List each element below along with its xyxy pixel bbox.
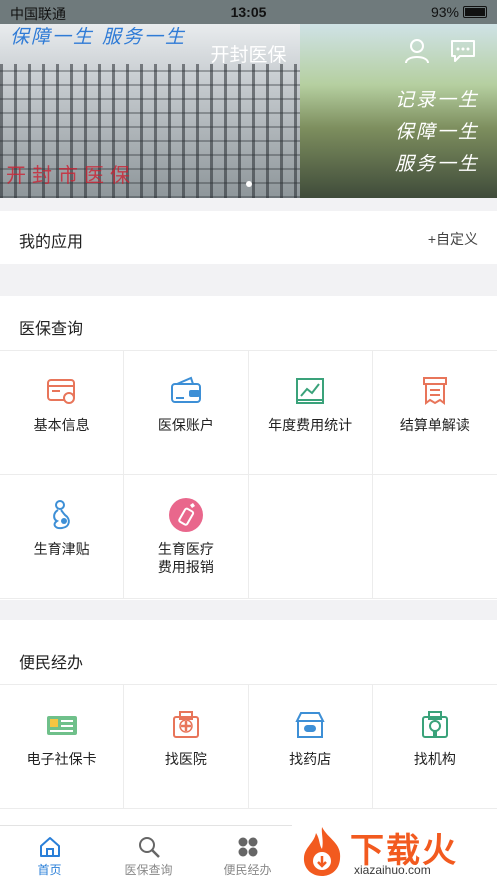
customize-button[interactable]: +自定义 [428, 229, 478, 249]
query-item-label: 基本信息 [33, 417, 90, 433]
social-card-icon [46, 716, 77, 735]
empty-cell [248, 475, 373, 599]
clock: 13:05 [230, 4, 267, 20]
service-item-label: 找医院 [164, 751, 207, 767]
query-item-maternity-allowance[interactable]: 生育津贴 [0, 475, 125, 599]
query-item-label: 年度费用统计 [268, 417, 353, 433]
line-chart-icon [296, 378, 325, 404]
query-item-label: 医保账户 [157, 417, 214, 433]
grid-icon [238, 837, 257, 857]
carousel-indicator [0, 174, 497, 192]
slogan-line-2: 保障一生 [394, 121, 479, 143]
banner-slogan-right: 记录一生 保障一生 服务一生 [395, 84, 479, 180]
service-item-institution[interactable]: 找机构 [372, 685, 497, 809]
my-apps-section: 我的应用 +自定义 [0, 211, 497, 264]
pharmacy-icon [295, 712, 325, 738]
query-item-account[interactable]: 医保账户 [124, 351, 249, 475]
query-grid: 基本信息 医保账户 年度费用统计 结算单解读 生育津贴 生育医疗 费用报销 [0, 350, 497, 599]
services-grid: 电子社保卡 找医院 找药店 找机构 [0, 684, 497, 809]
search-icon [138, 837, 160, 858]
slogan-line-1: 记录一生 [394, 89, 479, 111]
service-item-pharmacy[interactable]: 找药店 [248, 685, 373, 809]
status-bar: 中国联通 13:05 93% [0, 0, 497, 24]
tab-insurance-query[interactable]: 医保查询 [101, 826, 196, 884]
service-item-label: 找机构 [413, 751, 456, 767]
user-icon[interactable] [404, 38, 430, 64]
message-icon[interactable] [450, 38, 476, 64]
medical-insurance-query-section: 医保查询 基本信息 医保账户 年度费用统计 结算单解读 生育津贴 生育医疗 费用… [0, 296, 497, 600]
id-card-icon [46, 379, 75, 404]
service-item-label: 找药店 [289, 751, 332, 767]
service-item-label: 电子社保卡 [26, 751, 97, 767]
wallet-icon [170, 376, 201, 403]
query-item-maternity-reimbursement[interactable]: 生育医疗 费用报销 [124, 475, 249, 599]
convenience-services-section: 便民经办 电子社保卡 找医院 找药店 找机构 [0, 620, 497, 825]
tab-label: 首页 [37, 863, 62, 877]
query-item-basic-info[interactable]: 基本信息 [0, 351, 125, 475]
service-item-social-card[interactable]: 电子社保卡 [0, 685, 125, 809]
flame-logo-icon [303, 827, 341, 876]
hospital-icon [172, 711, 199, 738]
battery-status: 93% [431, 4, 487, 20]
baby-bottle-icon [168, 498, 203, 532]
query-item-settlement[interactable]: 结算单解读 [372, 351, 497, 475]
tab-home[interactable]: 首页 [2, 826, 97, 884]
tab-services[interactable]: 便民经办 [200, 826, 295, 884]
query-item-label: 生育津贴 [33, 541, 90, 557]
battery-icon [463, 6, 487, 18]
query-item-label: 生育医疗 费用报销 [157, 541, 214, 575]
query-item-label: 结算单解读 [399, 417, 470, 433]
service-item-hospital[interactable]: 找医院 [124, 685, 249, 809]
home-icon [39, 837, 60, 857]
pregnancy-icon [52, 500, 70, 530]
query-item-annual-cost[interactable]: 年度费用统计 [248, 351, 373, 475]
watermark-url: xiazaihuo.com [354, 863, 431, 877]
tab-label: 医保查询 [124, 863, 173, 877]
my-apps-title: 我的应用 [19, 234, 84, 251]
receipt-icon [422, 377, 447, 405]
watermark: 下载火 xiazaihuo.com [292, 821, 497, 883]
tab-label: 便民经办 [223, 863, 272, 877]
empty-cell [372, 475, 497, 599]
institution-icon [421, 711, 448, 738]
query-section-title: 医保查询 [19, 321, 84, 338]
battery-percent: 93% [430, 4, 459, 20]
services-section-title: 便民经办 [19, 655, 84, 672]
